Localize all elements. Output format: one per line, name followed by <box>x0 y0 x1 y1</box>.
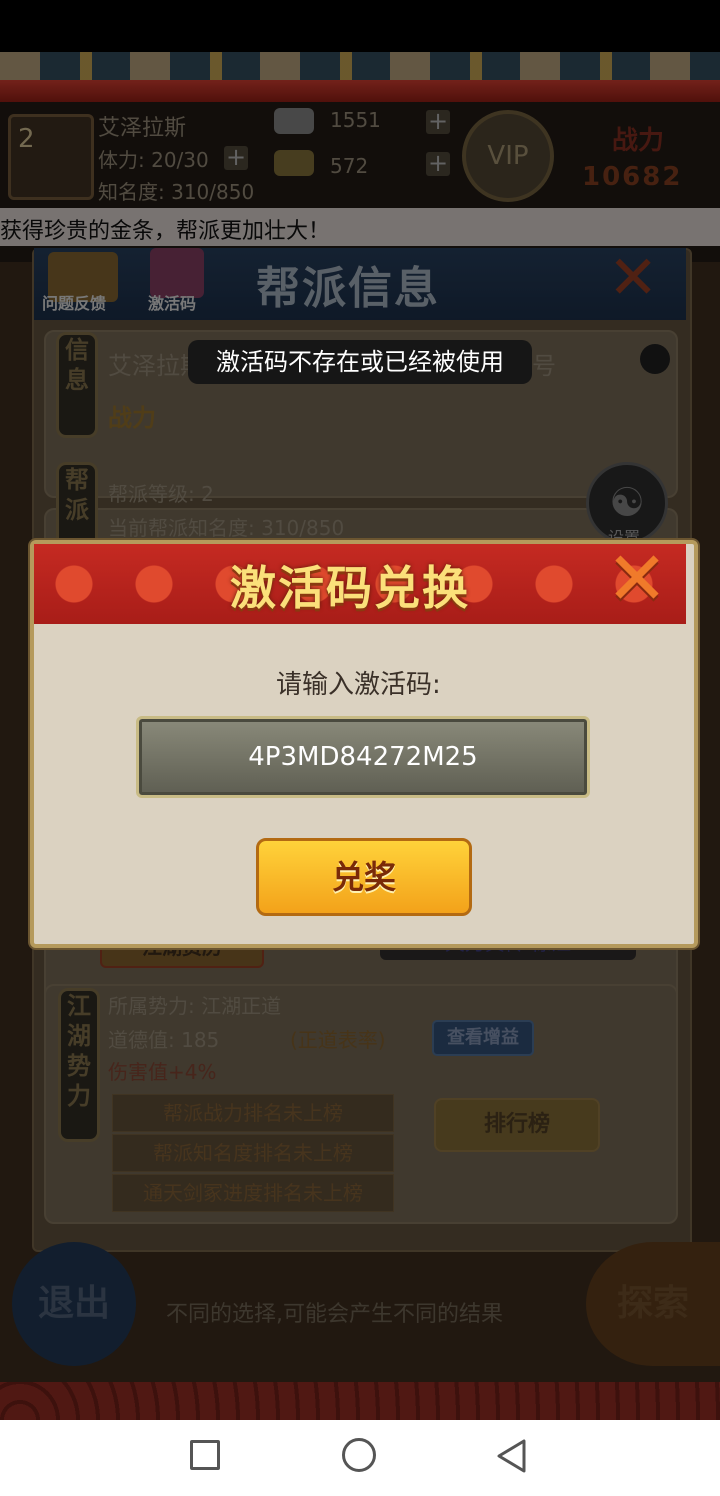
toast-message: 激活码不存在或已经被使用 <box>188 340 532 384</box>
status-bar <box>0 0 720 52</box>
leaderboard-button[interactable]: 排行榜 <box>434 1098 600 1152</box>
add-gold-button[interactable]: + <box>426 151 450 176</box>
rank-row: 通天剑冢进度排名未上榜 <box>112 1174 394 1212</box>
rank-row: 帮派战力排名未上榜 <box>112 1094 394 1132</box>
guild-close-icon[interactable]: ✕ <box>608 248 672 310</box>
home-icon[interactable] <box>342 1438 376 1472</box>
damage-text: 伤害值+4% <box>108 1060 217 1084</box>
code-prompt: 请输入激活码: <box>276 670 441 700</box>
guild-fame: 当前帮派知名度: 310/850 <box>108 516 345 540</box>
power-label: 战力 <box>612 126 665 156</box>
rank-row: 帮派知名度排名未上榜 <box>112 1134 394 1172</box>
top-border <box>0 80 720 102</box>
lock-icon <box>640 344 670 374</box>
back-icon[interactable] <box>496 1438 528 1474</box>
gold-value: 572 <box>330 154 369 178</box>
guild-title: 帮派信息 <box>256 263 440 314</box>
faction-tag: 江湖势力 <box>58 988 100 1142</box>
add-silver-button[interactable]: + <box>426 109 450 134</box>
silver-value: 1551 <box>330 108 381 132</box>
power-value: 10682 <box>582 162 683 192</box>
feedback-label[interactable]: 问题反馈 <box>42 290 106 314</box>
silver-ingot-icon <box>274 108 314 134</box>
gold-bar-icon <box>274 150 314 176</box>
exit-button[interactable]: 退出 <box>12 1242 136 1366</box>
activation-code-input[interactable]: 4P3MD84272M25 <box>136 716 590 798</box>
marquee-text: 获得珍贵的金条，帮派更加壮大！ <box>0 219 331 244</box>
fame-text: 知名度: 310/850 <box>98 180 255 204</box>
stamina-text: 体力: 20/30 <box>98 148 209 172</box>
dialog-close-icon[interactable]: ✕ <box>606 542 680 616</box>
recent-apps-icon[interactable] <box>190 1440 220 1470</box>
info-tag: 信息 <box>56 332 98 438</box>
faction-text: 所属势力: 江湖正道 <box>108 994 282 1018</box>
dialog-title: 激活码兑换 <box>230 561 470 615</box>
explore-button[interactable]: 探索 <box>586 1242 720 1366</box>
vip-icon[interactable]: VIP <box>462 110 554 202</box>
hint-text: 不同的选择,可能会产生不同的结果 <box>166 1302 503 1327</box>
avatar-level: 2 <box>18 124 35 154</box>
morality-text: 道德值: 185 <box>108 1028 220 1052</box>
view-bonus-button[interactable]: 查看增益 <box>432 1020 534 1056</box>
info-power-label: 战力 <box>108 404 156 432</box>
add-stamina-button[interactable]: + <box>224 145 248 170</box>
player-name: 艾泽拉斯 <box>98 116 187 141</box>
guild-level: 帮派等级: 2 <box>108 482 214 506</box>
marquee-banner: 获得珍贵的金条，帮派更加壮大！ <box>0 208 720 246</box>
top-pattern <box>0 52 720 80</box>
redeem-button[interactable]: 兑奖 <box>256 838 472 916</box>
morality-note: (正道表率) <box>290 1028 386 1052</box>
activation-code-label[interactable]: 激活码 <box>148 290 196 314</box>
bottom-pattern <box>0 1382 720 1420</box>
